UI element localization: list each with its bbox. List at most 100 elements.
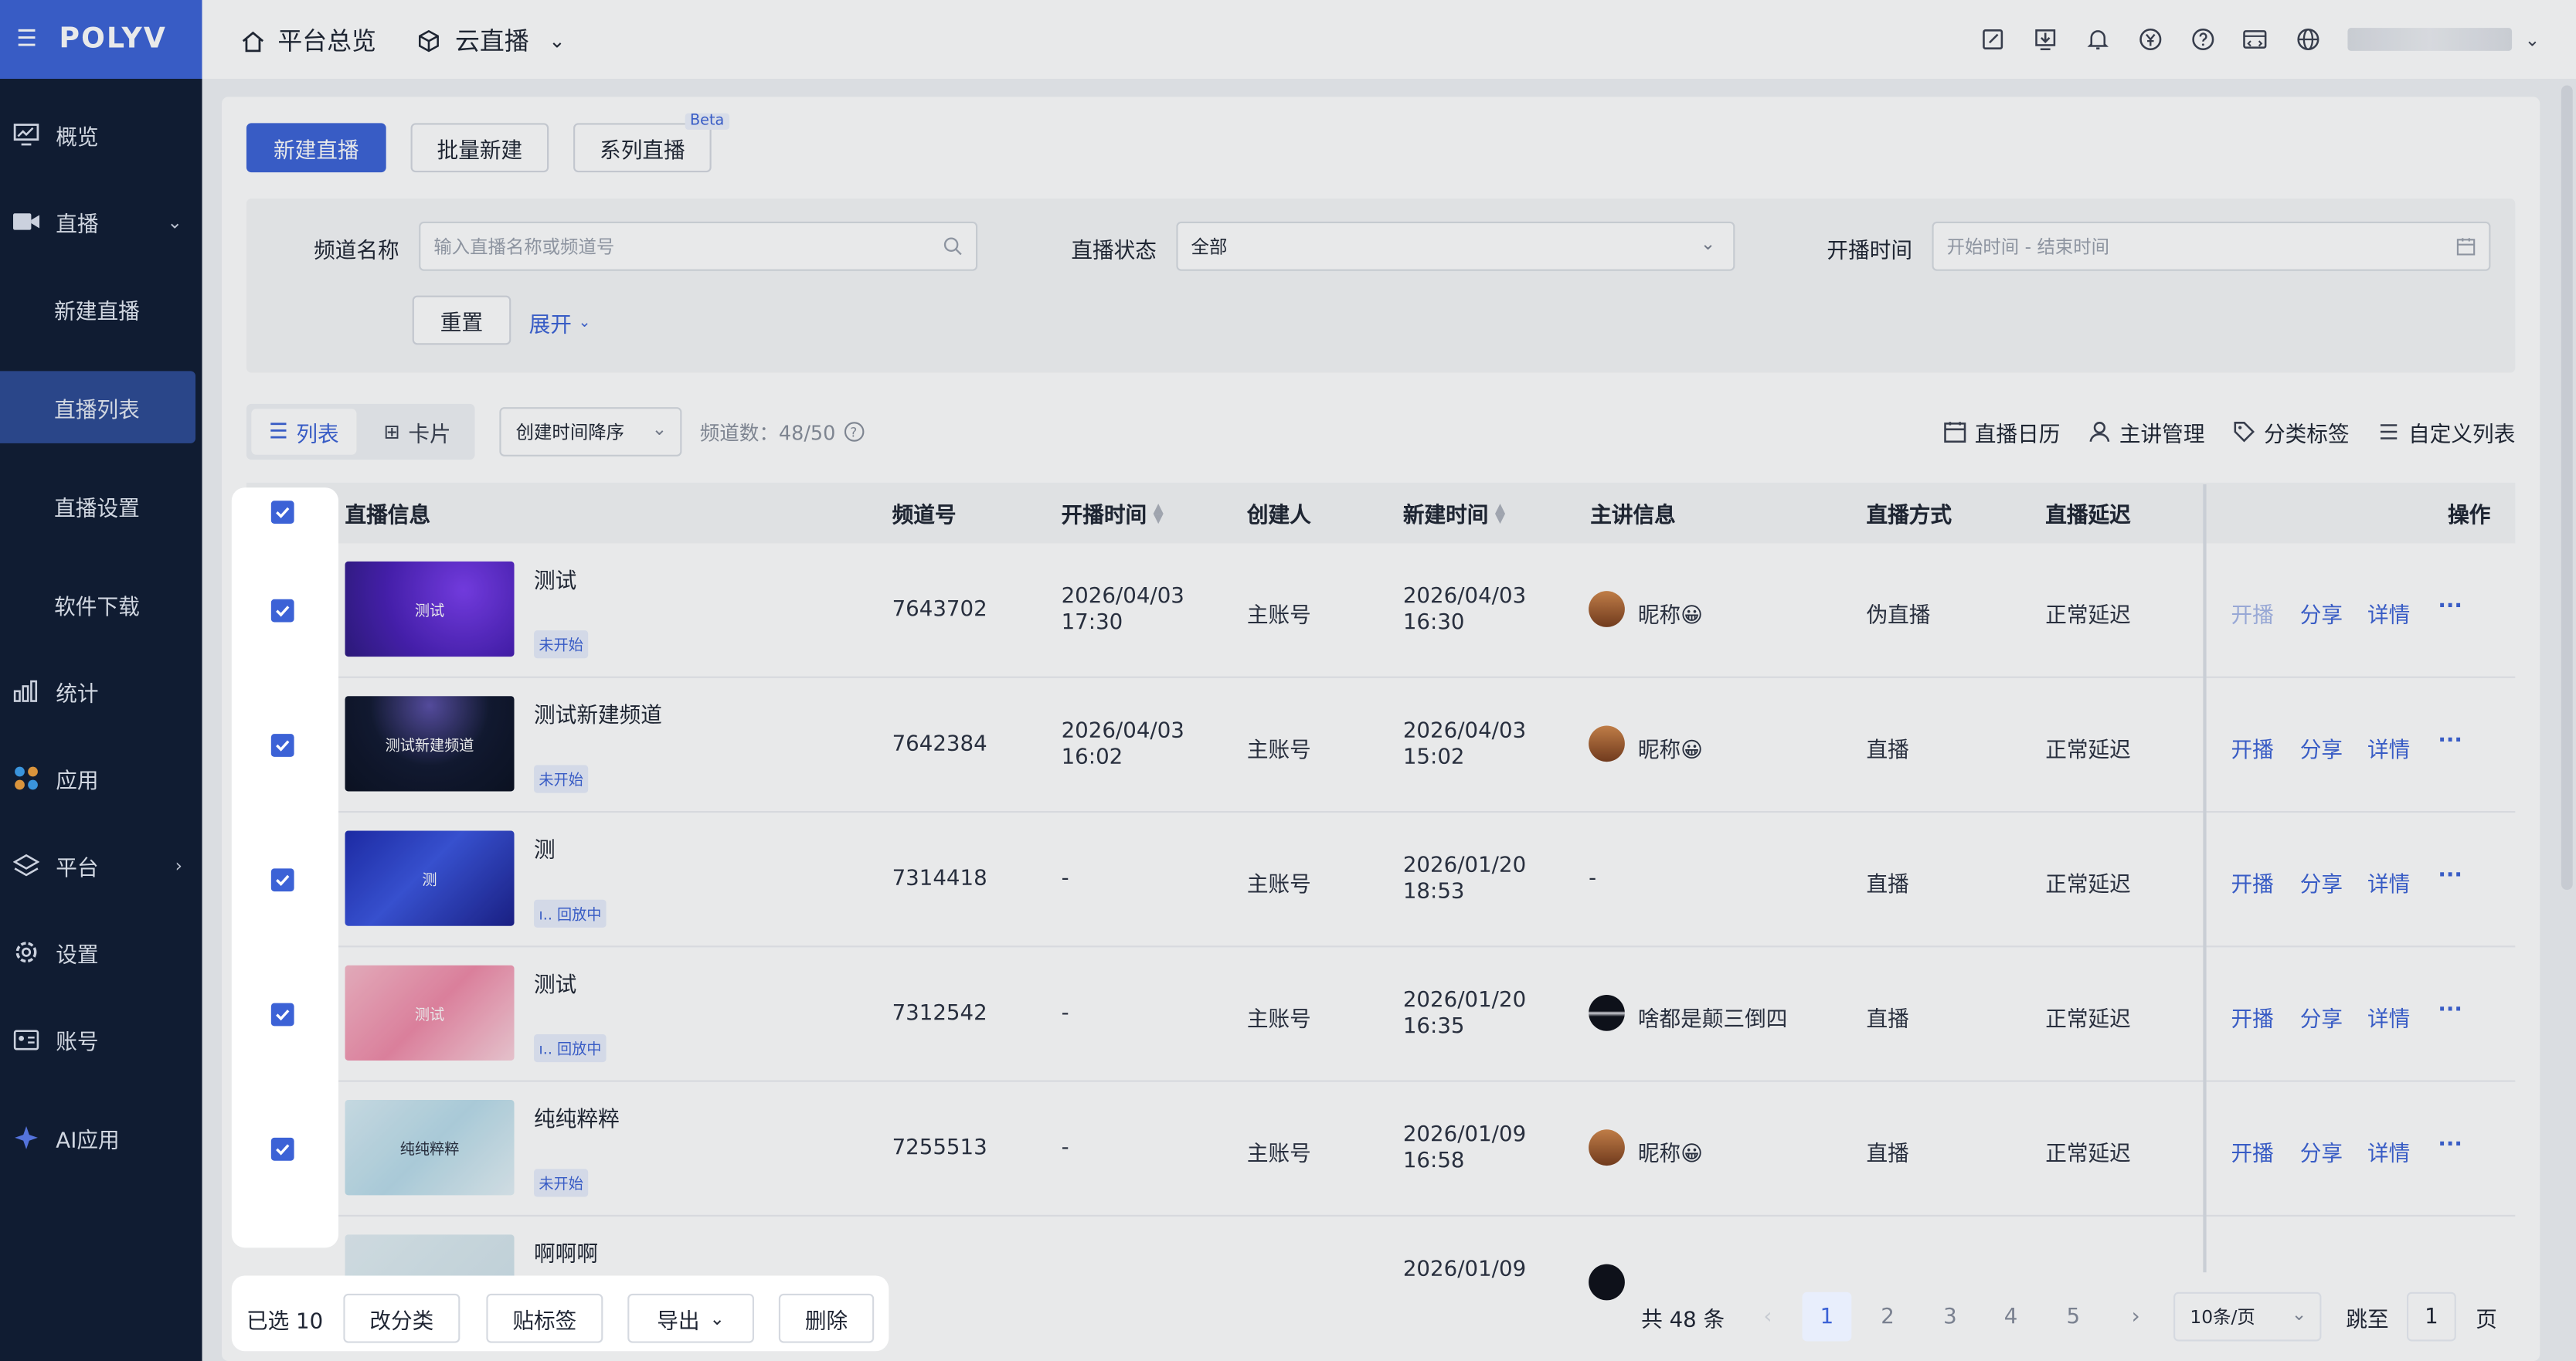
code-window-icon[interactable] [2229,0,2282,79]
sort-select[interactable]: 创建时间降序 ⌄ [499,407,682,456]
row-checkbox[interactable] [270,868,294,892]
page-button[interactable]: 5 [2048,1292,2098,1342]
yen-icon[interactable] [2124,0,2177,79]
export-button[interactable]: 导出 ⌄ [627,1293,754,1343]
live-mode: 直播 [1866,738,1909,764]
download-icon[interactable] [2019,0,2071,79]
page-button[interactable]: 2 [1863,1292,1912,1342]
latency: 正常延迟 [2045,1008,2131,1033]
detail-link[interactable]: 详情 [2367,867,2410,898]
bell-icon[interactable] [2071,0,2124,79]
row-checkbox[interactable] [270,734,294,757]
thumbnail[interactable]: 测试新建频道 [345,696,515,792]
live-title[interactable]: 测试 [534,967,576,998]
edit-icon[interactable] [1966,0,2019,79]
page-button[interactable]: 3 [1925,1292,1975,1342]
live-title[interactable]: 测试新建频道 [534,697,662,729]
sidebar-item-download[interactable]: 软件下载 [0,568,195,640]
start-live-link[interactable]: 开播 [2231,732,2273,763]
start-live-link[interactable]: 开播 [2231,1002,2273,1033]
sidebar-item-apps[interactable]: 应用 [0,742,202,815]
row-checkbox[interactable] [270,1137,294,1161]
status-select[interactable]: 全部 ⌄ [1176,221,1735,271]
card-view-button[interactable]: ⊞ 卡片 [365,409,470,455]
sidebar-item-account[interactable]: 账号 [0,1003,202,1076]
next-page-icon[interactable]: › [2111,1292,2160,1342]
thumbnail[interactable]: 测试 [345,561,515,657]
row-checkbox[interactable] [270,1003,294,1027]
share-link[interactable]: 分享 [2300,867,2343,898]
sidebar-item-live-settings[interactable]: 直播设置 [0,470,195,542]
live-title[interactable]: 测 [534,833,556,864]
more-icon[interactable]: ··· [2438,1133,2462,1158]
chevron-down-icon: ⌄ [651,418,668,440]
reclassify-button[interactable]: 改分类 [343,1293,460,1343]
live-title[interactable]: 测试 [534,563,576,595]
help-icon[interactable] [2177,0,2229,79]
help-icon[interactable]: ? [844,422,864,442]
sidebar-item-stats[interactable]: 统计 [0,655,202,728]
detail-link[interactable]: 详情 [2367,1002,2410,1033]
share-link[interactable]: 分享 [2300,1136,2343,1167]
page-button[interactable]: 4 [1986,1292,2036,1342]
start-live-link[interactable]: 开播 [2231,598,2273,629]
thumbnail[interactable]: 纯纯粹粹 [345,1100,515,1196]
row-checkbox[interactable] [270,599,294,623]
delete-button[interactable]: 删除 [778,1293,875,1343]
sidebar-item-label: 直播 [56,212,99,238]
sidebar-item-live[interactable]: 直播 ⌄ [0,185,202,258]
live-calendar-link[interactable]: 直播日历 [1943,404,2060,460]
series-live-button[interactable]: 系列直播 [573,123,712,173]
live-title[interactable]: 纯纯粹粹 [534,1101,620,1133]
chevron-down-icon[interactable]: ⌄ [2525,29,2540,50]
thumbnail[interactable]: 测 [345,830,515,926]
sidebar-item-label: 直播列表 [54,398,140,423]
batch-new-button[interactable]: 批量新建 [410,123,549,173]
start-live-link[interactable]: 开播 [2231,1136,2273,1167]
live-title[interactable]: 啊啊啊 [534,1236,598,1268]
thumbnail[interactable]: 测试 [345,965,515,1061]
lecturer-management-link[interactable]: 主讲管理 [2088,404,2205,460]
channel-count: 频道数：48/50 ? [700,404,864,460]
page-button[interactable]: 1 [1802,1291,1852,1342]
channel-search-input[interactable]: 输入直播名称或频道号 [419,221,978,271]
reset-button[interactable]: 重置 [412,295,511,345]
user-name-blurred[interactable] [2347,28,2512,51]
more-icon[interactable]: ··· [2438,864,2462,888]
page-size-select[interactable]: 10条/页 ⌄ [2173,1291,2322,1342]
expand-toggle[interactable]: 展开 ⌄ [529,307,591,338]
globe-icon[interactable] [2282,0,2334,79]
sidebar-item-ai[interactable]: AI应用 [0,1101,202,1174]
prev-page-icon[interactable]: ‹ [1743,1292,1793,1342]
detail-link[interactable]: 详情 [2367,732,2410,763]
new-live-button[interactable]: 新建直播 [246,123,386,173]
category-tags-link[interactable]: 分类标签 [2233,404,2350,460]
select-all-checkbox[interactable] [270,501,294,524]
header-created-time[interactable]: 新建时间 ▲ ▼ [1403,483,1505,544]
list-view-button[interactable]: ☰ 列表 [251,409,357,455]
date-placeholder: 开始时间 - 结束时间 [1946,236,2110,258]
detail-link[interactable]: 详情 [2367,598,2410,629]
sidebar-item-settings[interactable]: 设置 [0,916,202,989]
tag-button[interactable]: 贴标签 [486,1293,603,1343]
share-link[interactable]: 分享 [2300,732,2343,763]
date-range-input[interactable]: 开始时间 - 结束时间 [1932,221,2491,271]
more-icon[interactable]: ··· [2438,594,2462,619]
header-start-time[interactable]: 开播时间 ▲ ▼ [1062,483,1164,544]
sidebar-item-live-list[interactable]: 直播列表 [0,371,196,443]
custom-list-link[interactable]: 自定义列表 [2377,404,2515,460]
menu-icon[interactable]: ☰ [16,26,39,53]
more-icon[interactable]: ··· [2438,729,2462,754]
scrollbar[interactable] [2561,85,2573,890]
platform-overview-link[interactable]: 平台总览 [242,23,376,58]
start-live-link[interactable]: 开播 [2231,867,2273,898]
sidebar-item-overview[interactable]: 概览 [0,99,202,171]
share-link[interactable]: 分享 [2300,1002,2343,1033]
sidebar-item-platform[interactable]: 平台 › [0,829,202,901]
product-switcher[interactable]: 云直播 ⌄ [417,23,566,58]
detail-link[interactable]: 详情 [2367,1136,2410,1167]
more-icon[interactable]: ··· [2438,998,2462,1023]
jump-input[interactable]: 1 [2407,1291,2456,1342]
share-link[interactable]: 分享 [2300,598,2343,629]
sidebar-item-new-live[interactable]: 新建直播 [0,273,195,345]
